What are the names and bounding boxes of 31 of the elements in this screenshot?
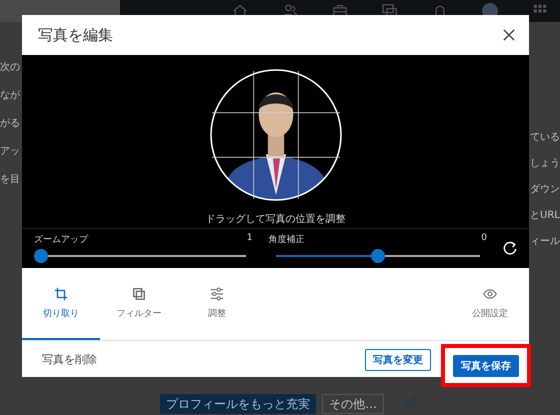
messages-icon[interactable] — [382, 4, 398, 18]
delete-photo-link[interactable]: 写真を削除 — [42, 352, 97, 366]
save-photo-button[interactable]: 写真を保存 — [453, 354, 519, 376]
slider-thumb[interactable] — [34, 249, 48, 263]
slider-label: 角度補正 — [268, 234, 304, 246]
background-text: なが — [0, 89, 21, 102]
background-text: がる — [0, 117, 21, 130]
slider-value: 0 — [481, 233, 487, 245]
eye-icon — [483, 286, 497, 300]
background-text: ダウン — [530, 183, 560, 196]
background-text: ィール — [530, 235, 560, 248]
change-photo-button[interactable]: 写真を変更 — [365, 348, 431, 370]
slider-label: ズームアップ — [34, 233, 88, 246]
dialog-title: 写真を編集 — [38, 26, 113, 44]
close-icon[interactable] — [503, 29, 515, 41]
sliders-icon — [210, 286, 224, 300]
background-text: 次の — [0, 61, 21, 74]
reset-icon[interactable] — [503, 241, 517, 255]
profile-button[interactable]: プロフィールをもっと充実 — [160, 394, 316, 414]
background-text: とURL — [530, 209, 560, 222]
drag-hint: ドラッグして写真の位置を調整 — [22, 211, 529, 229]
slider-value: 1 — [246, 233, 252, 245]
crop-icon — [54, 286, 68, 300]
slider-thumb[interactable] — [370, 249, 385, 263]
background-text: アッ — [0, 145, 21, 158]
briefcase-icon[interactable] — [332, 4, 348, 18]
more-button[interactable]: その他… — [322, 394, 384, 414]
background-text: しょう — [530, 157, 560, 170]
background-text: を目 — [0, 173, 21, 186]
background-text: ている — [530, 131, 560, 144]
layers-icon — [132, 286, 146, 300]
